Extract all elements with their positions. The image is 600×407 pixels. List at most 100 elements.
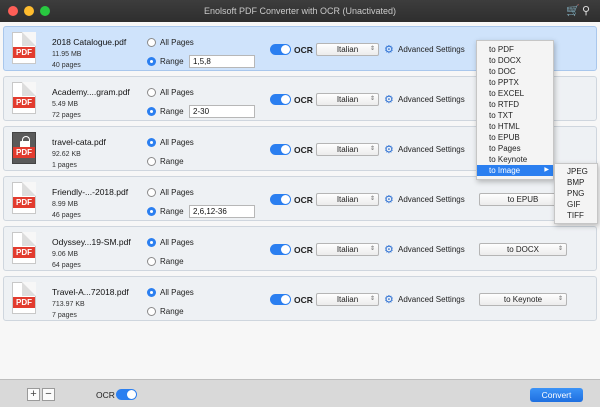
image-format-submenu: JPEG BMP PNG GIF TIFF bbox=[554, 163, 598, 224]
ocr-label: OCR bbox=[294, 95, 313, 105]
remove-file-button[interactable]: − bbox=[42, 388, 55, 401]
language-select[interactable]: Italian ⇕ bbox=[316, 93, 379, 106]
file-size: 92.62 KB bbox=[52, 151, 81, 158]
submenu-item-gif[interactable]: GIF bbox=[555, 199, 597, 210]
language-select[interactable]: Italian ⇕ bbox=[316, 43, 379, 56]
range-radio[interactable] bbox=[147, 57, 156, 66]
ocr-toggle[interactable] bbox=[270, 194, 291, 205]
range-label: Range bbox=[160, 307, 184, 316]
cart-icon[interactable]: 🛒 bbox=[566, 4, 580, 17]
chevron-updown-icon: ⇕ bbox=[369, 296, 375, 302]
output-format-select[interactable]: to DOCX ⇕ bbox=[479, 243, 567, 256]
advanced-settings-link[interactable]: Advanced Settings bbox=[398, 245, 465, 254]
menu-item-to-epub[interactable]: to EPUB bbox=[477, 132, 553, 143]
bottom-toolbar: + − OCR Convert bbox=[0, 379, 600, 407]
range-input[interactable] bbox=[189, 205, 255, 218]
gear-icon[interactable]: ⚙ bbox=[384, 93, 394, 106]
file-name: Odyssey...19-SM.pdf bbox=[52, 237, 131, 247]
chevron-updown-icon: ⇕ bbox=[369, 246, 375, 252]
output-format-value: to DOCX bbox=[506, 245, 539, 254]
file-row[interactable]: PDF Odyssey...19-SM.pdf 9.06 MB 64 pages… bbox=[3, 226, 597, 271]
file-size: 8.99 MB bbox=[52, 201, 79, 208]
language-value: Italian bbox=[336, 295, 359, 304]
menu-item-to-pages[interactable]: to Pages bbox=[477, 143, 553, 154]
language-select[interactable]: Italian ⇕ bbox=[316, 143, 379, 156]
file-name: Friendly-...-2018.pdf bbox=[52, 187, 129, 197]
file-size: 9.06 MB bbox=[52, 251, 79, 258]
gear-icon[interactable]: ⚙ bbox=[384, 293, 394, 306]
gear-icon[interactable]: ⚙ bbox=[384, 193, 394, 206]
ocr-toggle[interactable] bbox=[270, 244, 291, 255]
range-label: Range bbox=[160, 157, 184, 166]
all-pages-radio[interactable] bbox=[147, 188, 156, 197]
menu-item-to-doc[interactable]: to DOC bbox=[477, 66, 553, 77]
range-label: Range bbox=[160, 57, 184, 66]
range-label: Range bbox=[160, 207, 184, 216]
advanced-settings-link[interactable]: Advanced Settings bbox=[398, 95, 465, 104]
all-pages-label: All Pages bbox=[160, 38, 194, 47]
range-input[interactable] bbox=[189, 105, 255, 118]
submenu-item-tiff[interactable]: TIFF bbox=[555, 210, 597, 221]
ocr-toggle[interactable] bbox=[270, 94, 291, 105]
all-pages-radio[interactable] bbox=[147, 238, 156, 247]
broom-icon[interactable]: ⚲ bbox=[582, 4, 590, 17]
submenu-item-png[interactable]: PNG bbox=[555, 188, 597, 199]
all-pages-label: All Pages bbox=[160, 88, 194, 97]
range-label: Range bbox=[160, 107, 184, 116]
output-format-select[interactable]: to Keynote ⇕ bbox=[479, 293, 567, 306]
menu-item-to-html[interactable]: to HTML bbox=[477, 121, 553, 132]
range-label: Range bbox=[160, 257, 184, 266]
range-radio[interactable] bbox=[147, 257, 156, 266]
language-value: Italian bbox=[336, 245, 359, 254]
range-input[interactable] bbox=[189, 55, 255, 68]
range-radio[interactable] bbox=[147, 157, 156, 166]
ocr-toggle[interactable] bbox=[270, 144, 291, 155]
global-ocr-toggle[interactable] bbox=[116, 389, 137, 400]
range-radio[interactable] bbox=[147, 207, 156, 216]
file-pages: 72 pages bbox=[52, 112, 81, 119]
file-row[interactable]: PDF Friendly-...-2018.pdf 8.99 MB 46 pag… bbox=[3, 176, 597, 221]
gear-icon[interactable]: ⚙ bbox=[384, 43, 394, 56]
menu-item-to-rtfd[interactable]: to RTFD bbox=[477, 99, 553, 110]
all-pages-radio[interactable] bbox=[147, 138, 156, 147]
convert-button[interactable]: Convert bbox=[530, 388, 583, 402]
range-radio[interactable] bbox=[147, 307, 156, 316]
pdf-file-icon: PDF bbox=[12, 82, 36, 114]
file-name: 2018 Catalogue.pdf bbox=[52, 37, 127, 47]
range-radio[interactable] bbox=[147, 107, 156, 116]
ocr-label: OCR bbox=[294, 295, 313, 305]
gear-icon[interactable]: ⚙ bbox=[384, 243, 394, 256]
menu-item-to-pdf[interactable]: to PDF bbox=[477, 44, 553, 55]
language-select[interactable]: Italian ⇕ bbox=[316, 193, 379, 206]
file-row[interactable]: PDF Travel-A...72018.pdf 713.97 KB 7 pag… bbox=[3, 276, 597, 321]
menu-item-to-keynote[interactable]: to Keynote bbox=[477, 154, 553, 165]
chevron-updown-icon: ⇕ bbox=[369, 46, 375, 52]
menu-item-to-pptx[interactable]: to PPTX bbox=[477, 77, 553, 88]
language-value: Italian bbox=[336, 145, 359, 154]
chevron-updown-icon: ⇕ bbox=[369, 146, 375, 152]
menu-item-to-excel[interactable]: to EXCEL bbox=[477, 88, 553, 99]
advanced-settings-link[interactable]: Advanced Settings bbox=[398, 295, 465, 304]
menu-item-to-image[interactable]: to Image ▶ bbox=[477, 165, 553, 176]
advanced-settings-link[interactable]: Advanced Settings bbox=[398, 45, 465, 54]
pdf-file-icon: PDF bbox=[12, 282, 36, 314]
menu-item-to-txt[interactable]: to TXT bbox=[477, 110, 553, 121]
menu-item-to-docx[interactable]: to DOCX bbox=[477, 55, 553, 66]
all-pages-radio[interactable] bbox=[147, 88, 156, 97]
advanced-settings-link[interactable]: Advanced Settings bbox=[398, 195, 465, 204]
file-pages: 7 pages bbox=[52, 312, 77, 319]
language-select[interactable]: Italian ⇕ bbox=[316, 243, 379, 256]
submenu-item-bmp[interactable]: BMP bbox=[555, 177, 597, 188]
ocr-toggle[interactable] bbox=[270, 294, 291, 305]
chevron-updown-icon: ⇕ bbox=[557, 246, 563, 252]
all-pages-radio[interactable] bbox=[147, 288, 156, 297]
add-file-button[interactable]: + bbox=[27, 388, 40, 401]
advanced-settings-link[interactable]: Advanced Settings bbox=[398, 145, 465, 154]
submenu-item-jpeg[interactable]: JPEG bbox=[555, 166, 597, 177]
all-pages-radio[interactable] bbox=[147, 38, 156, 47]
ocr-label: OCR bbox=[294, 145, 313, 155]
language-select[interactable]: Italian ⇕ bbox=[316, 293, 379, 306]
gear-icon[interactable]: ⚙ bbox=[384, 143, 394, 156]
ocr-toggle[interactable] bbox=[270, 44, 291, 55]
submenu-arrow-icon: ▶ bbox=[544, 167, 549, 173]
